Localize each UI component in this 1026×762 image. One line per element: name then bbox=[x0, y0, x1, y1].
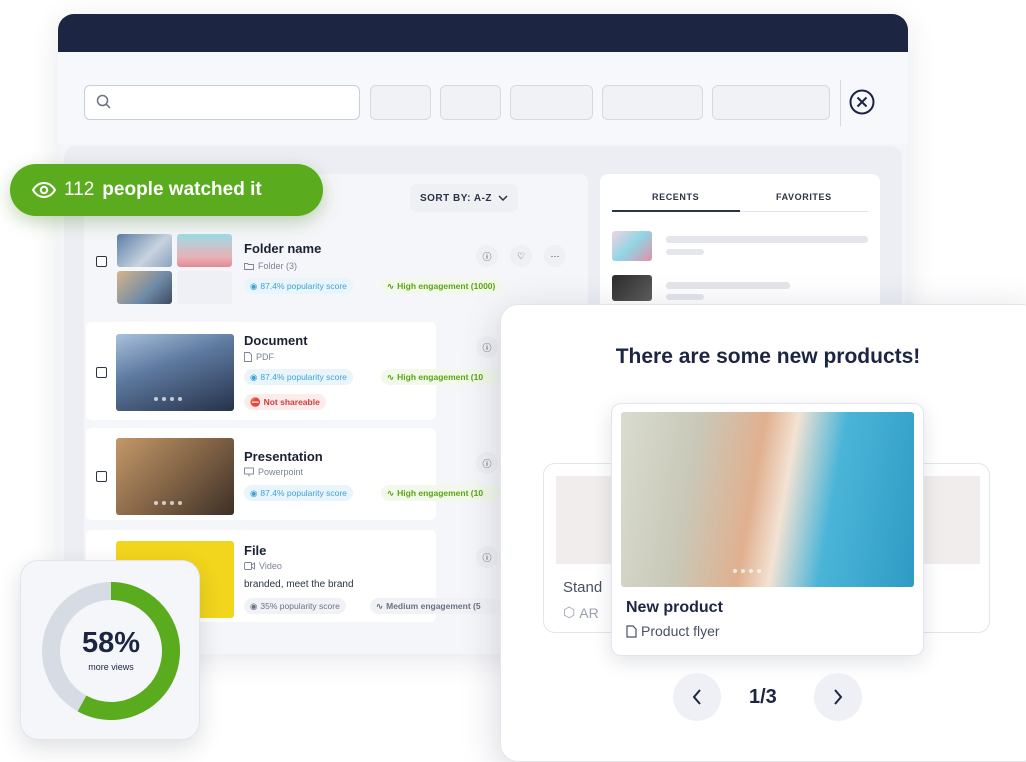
row-title: Presentation bbox=[244, 449, 323, 464]
row-title: Document bbox=[244, 333, 308, 348]
pulse-icon: ∿ bbox=[387, 371, 395, 382]
file-icon bbox=[244, 352, 252, 362]
favorite-button[interactable]: ♡ bbox=[510, 245, 532, 267]
product-image bbox=[621, 412, 914, 587]
pager: 1/3 bbox=[749, 686, 777, 708]
popularity-tag: ◉ 87.4% popularity score bbox=[244, 369, 353, 385]
engagement-tag: ∿ Medium engagement (5 bbox=[370, 598, 499, 614]
close-circle-icon[interactable] bbox=[848, 88, 876, 116]
folder-thumbnail-2 bbox=[177, 234, 232, 267]
popularity-tag: ◉ 35% popularity score bbox=[244, 598, 346, 614]
recent-thumbnail-1 bbox=[612, 231, 652, 261]
popup-title: There are some new products! bbox=[615, 345, 921, 368]
row-title: Folder name bbox=[244, 241, 322, 256]
engagement-tag: ∿ High engagement (1000) bbox=[381, 278, 502, 294]
info-icon: ⓘ bbox=[482, 552, 492, 563]
eye-icon bbox=[32, 182, 56, 198]
chevron-right-icon bbox=[834, 689, 843, 705]
chevron-down-icon bbox=[498, 195, 508, 201]
tab-recents[interactable]: RECENTS bbox=[652, 192, 699, 202]
row-checkbox[interactable] bbox=[96, 367, 107, 378]
popularity-icon: ◉ bbox=[250, 487, 258, 498]
presentation-thumbnail bbox=[116, 438, 234, 515]
engagement-tag: ∿ High engagement (10 bbox=[381, 485, 499, 501]
popularity-tag: ◉ 87.4% popularity score bbox=[244, 485, 353, 501]
row-description: branded, meet the brand bbox=[244, 579, 354, 590]
cube-icon: ⬡ bbox=[563, 604, 576, 620]
row-checkbox[interactable] bbox=[96, 256, 107, 267]
heart-icon: ♡ bbox=[516, 250, 526, 261]
pulse-icon: ∿ bbox=[387, 280, 395, 291]
views-percent: 58% bbox=[81, 627, 141, 659]
popularity-icon: ◉ bbox=[250, 600, 258, 611]
info-button[interactable]: ⓘ bbox=[476, 336, 498, 358]
row-checkbox[interactable] bbox=[96, 471, 107, 482]
popularity-tag: ◉ 87.4% popularity score bbox=[244, 278, 353, 294]
row-subtitle: PDF bbox=[244, 352, 274, 362]
popularity-icon: ◉ bbox=[250, 371, 258, 382]
tab-divider bbox=[740, 211, 868, 212]
tab-underline bbox=[612, 210, 740, 212]
product-type: Product flyer bbox=[626, 623, 720, 639]
recent-title-skeleton bbox=[666, 236, 868, 243]
watched-badge: 112 people watched it bbox=[10, 164, 323, 216]
ghost-card-name: Stand bbox=[563, 579, 603, 596]
filter-dropdown-3[interactable] bbox=[510, 85, 593, 120]
row-subtitle: Powerpoint bbox=[244, 467, 303, 477]
more-button[interactable]: ··· bbox=[544, 245, 566, 267]
popularity-icon: ◉ bbox=[250, 280, 258, 291]
document-thumbnail bbox=[116, 334, 234, 411]
filter-dropdown-2[interactable] bbox=[440, 85, 501, 120]
recent-sub-skeleton bbox=[666, 249, 704, 255]
product-name: New product bbox=[626, 599, 723, 616]
info-icon: ⓘ bbox=[482, 251, 492, 262]
file-icon bbox=[626, 624, 637, 638]
more-icon: ··· bbox=[550, 251, 560, 261]
next-button[interactable] bbox=[814, 673, 862, 721]
video-icon bbox=[244, 562, 255, 570]
recent-title-skeleton bbox=[666, 282, 790, 289]
info-icon: ⓘ bbox=[482, 342, 492, 353]
info-button[interactable]: ⓘ bbox=[476, 546, 498, 568]
row-subtitle: Folder (3) bbox=[244, 261, 297, 271]
watched-count: 112 bbox=[64, 179, 95, 200]
not-shareable-tag: ⛔ Not shareable bbox=[244, 394, 326, 410]
views-card: 58% more views bbox=[20, 560, 200, 740]
info-button[interactable]: ⓘ bbox=[476, 245, 498, 267]
row-title: File bbox=[244, 543, 267, 558]
tab-favorites[interactable]: FAVORITES bbox=[776, 192, 832, 202]
watched-label: people watched it bbox=[102, 179, 262, 200]
pulse-icon: ∿ bbox=[376, 600, 384, 611]
views-caption: more views bbox=[88, 662, 134, 672]
folder-thumbnail-empty bbox=[177, 271, 232, 304]
recent-thumbnail-2 bbox=[612, 275, 652, 301]
search-icon bbox=[96, 94, 111, 109]
title-bar bbox=[58, 14, 908, 52]
filter-dropdown-1[interactable] bbox=[370, 85, 431, 120]
recent-sub-skeleton bbox=[666, 294, 704, 300]
folder-thumbnail-1 bbox=[117, 234, 172, 267]
filter-dropdown-5[interactable] bbox=[712, 85, 830, 120]
filter-divider bbox=[840, 80, 841, 126]
search-input[interactable] bbox=[84, 85, 360, 120]
filter-dropdown-4[interactable] bbox=[602, 85, 703, 120]
info-icon: ⓘ bbox=[482, 458, 492, 469]
folder-thumbnail-3 bbox=[117, 271, 172, 304]
previous-button[interactable] bbox=[673, 673, 721, 721]
pulse-icon: ∿ bbox=[387, 487, 395, 498]
sort-label: SORT BY: A-Z bbox=[419, 192, 493, 204]
engagement-tag: ∿ High engagement (10 bbox=[381, 369, 499, 385]
folder-icon bbox=[244, 263, 254, 270]
sort-button[interactable]: SORT BY: A-Z bbox=[410, 184, 518, 212]
presentation-icon bbox=[244, 467, 254, 477]
row-subtitle: Video bbox=[244, 561, 282, 571]
ghost-card-type: ⬡ AR bbox=[563, 604, 599, 621]
chevron-left-icon bbox=[692, 689, 701, 705]
not-shareable-icon: ⛔ bbox=[250, 396, 261, 407]
info-button[interactable]: ⓘ bbox=[476, 452, 498, 474]
